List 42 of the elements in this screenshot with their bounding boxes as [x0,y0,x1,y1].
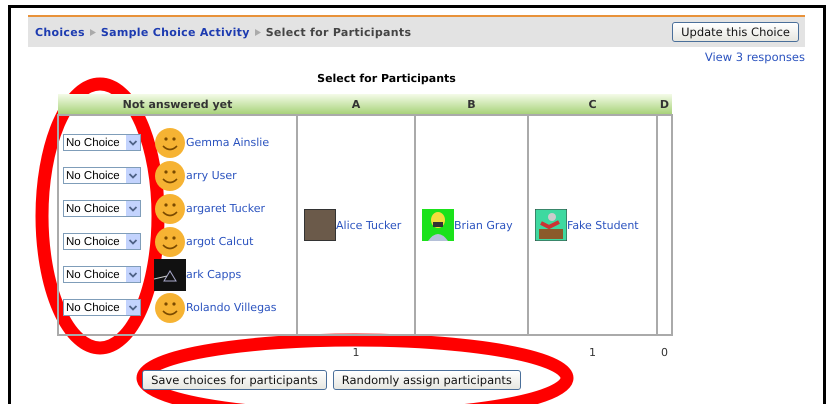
participant-link[interactable]: arry User [186,169,237,182]
view-responses-link[interactable]: View 3 responses [704,50,805,64]
choice-dropdown[interactable]: No Choice [63,134,141,151]
smiley-icon [154,126,186,158]
response-count: 0 [661,346,668,358]
participant-link[interactable]: Brian Gray [454,218,513,232]
response-count: 1 [589,346,596,358]
column-header: C [528,94,657,115]
cartoon-scene-icon [535,209,567,241]
choice-dropdown[interactable]: No Choice [63,299,141,316]
response-count: 1 [352,346,360,358]
participant-link[interactable]: Gemma Ainslie [186,136,270,149]
participant-link[interactable]: argot Calcut [186,235,254,248]
choice-dropdown[interactable]: No Choice [63,233,141,250]
participant-link[interactable]: argaret Tucker [186,202,265,215]
column-header: A [297,94,415,115]
cartoon-man-icon [422,209,454,241]
column-header: D [657,94,672,115]
participant-link[interactable]: Alice Tucker [336,218,402,232]
breadcrumb-current: Select for Participants [266,26,412,38]
breadcrumb-separator-icon [90,28,96,36]
smiley-icon [154,292,186,324]
smiley-icon [154,226,186,258]
choice-dropdown[interactable]: No Choice [63,200,141,217]
breadcrumb-link[interactable]: Sample Choice Activity [100,26,250,38]
action-button[interactable]: Save choices for participants [142,370,327,390]
participant-link[interactable]: Fake Student [567,218,639,232]
page-title: Select for Participants [316,72,457,85]
photo-placeholder [304,209,336,241]
choice-dropdown[interactable]: No Choice [63,266,141,283]
participant-link[interactable]: ark Capps [186,268,242,281]
breadcrumb-link[interactable]: Choices [35,26,85,38]
smiley-icon [154,192,186,224]
column-header: Not answered yet [58,94,297,115]
choice-dropdown[interactable]: No Choice [63,167,141,184]
update-choice-button[interactable]: Update this Choice [672,22,799,42]
action-button[interactable]: Randomly assign participants [332,370,521,390]
column-header: B [415,94,528,115]
smiley-icon [154,160,186,192]
participant-link[interactable]: Rolando Villegas [186,301,277,314]
breadcrumb-separator-icon [254,28,261,36]
prism-image-icon [154,258,186,290]
